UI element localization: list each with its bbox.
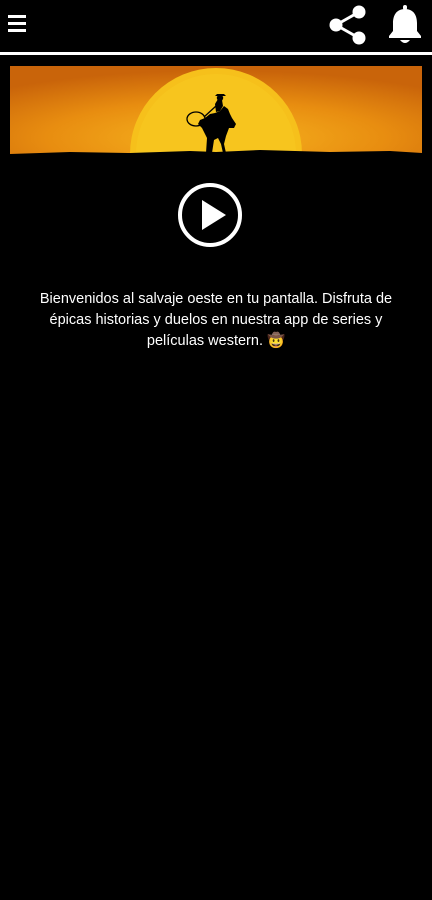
play-button[interactable] [177, 182, 243, 248]
bell-icon[interactable] [385, 3, 425, 47]
welcome-description: Bienvenidos al salvaje oeste en tu panta… [39, 291, 393, 349]
header-divider [0, 52, 432, 55]
hamburger-menu-icon[interactable] [8, 12, 28, 36]
play-circle-icon [178, 183, 242, 247]
western-sunset-banner [10, 66, 422, 156]
top-app-bar [0, 0, 432, 52]
share-icon[interactable] [326, 3, 368, 47]
